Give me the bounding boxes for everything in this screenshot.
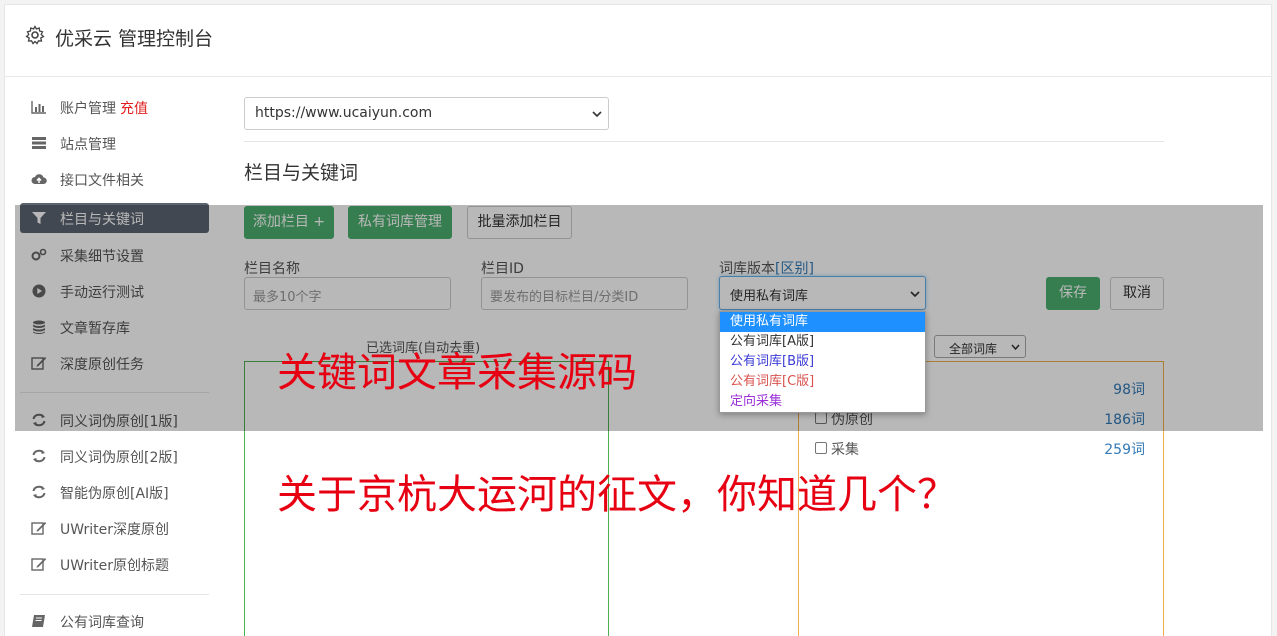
server-icon (32, 137, 46, 149)
sidebar-item-manual-run[interactable]: 手动运行测试 (20, 276, 209, 306)
watermark-text: 关于京杭大运河的征文，你知道几个？ (277, 472, 957, 518)
column-id-placeholder: 要发布的目标栏目/分类ID (490, 290, 639, 305)
filter-icon (32, 212, 46, 224)
lib-version-dropdown[interactable]: 使用私有词库 公有词库[A版] 公有词库[B版] 公有词库[C版] 定向采集 (719, 311, 926, 413)
sidebar-item-interface[interactable]: 接口文件相关 (20, 164, 209, 194)
lib-count: 259词 (1104, 442, 1145, 458)
save-button[interactable]: 保存 (1046, 277, 1100, 310)
sidebar-item-collect-settings[interactable]: 采集细节设置 (20, 240, 209, 270)
edit-icon (31, 558, 47, 571)
dropdown-option[interactable]: 公有词库[A版] (720, 332, 925, 352)
lib-version-label: 词库版本[区别] (719, 258, 814, 278)
dropdown-option[interactable]: 公有词库[B版] (720, 352, 925, 372)
gears-icon (31, 248, 47, 261)
cancel-button[interactable]: 取消 (1110, 277, 1164, 310)
sidebar-item-label: 栏目与关键词 (60, 212, 144, 228)
dropdown-option[interactable]: 使用私有词库 (720, 312, 925, 332)
book-icon (32, 615, 45, 627)
page-header: 优采云 管理控制台 (5, 5, 1271, 77)
sidebar-item-article-store[interactable]: 文章暂存库 (20, 312, 209, 342)
lib-name: 采集 (831, 442, 859, 458)
edit-icon (31, 522, 47, 535)
divider (244, 141, 1164, 142)
column-name-placeholder: 最多10个字 (253, 290, 322, 305)
sidebar-item-label: 文章暂存库 (60, 321, 130, 337)
sidebar-item-label: 深度原创任务 (60, 357, 144, 373)
difference-link[interactable]: [区别] (775, 261, 814, 277)
column-name-label: 栏目名称 (244, 261, 300, 277)
lib-version-label-text: 词库版本 (719, 261, 775, 277)
sidebar-item-label: 同义词伪原创[1版] (60, 414, 178, 430)
sidebar-item-ai-rewrite[interactable]: 智能伪原创[AI版] (20, 477, 209, 507)
sidebar-item-synonym-v1[interactable]: 同义词伪原创[1版] (20, 405, 209, 435)
sidebar-divider (20, 392, 209, 393)
column-id-label: 栏目ID (481, 261, 524, 277)
section-title: 栏目与关键词 (244, 162, 359, 184)
sidebar-item-public-lib[interactable]: 公有词库查询 (20, 606, 209, 636)
sidebar-item-label: 同义词伪原创[2版] (60, 450, 178, 466)
lib-filter-value: 全部词库 (949, 342, 998, 356)
refresh-icon (32, 449, 46, 463)
chevron-down-icon (592, 111, 602, 118)
chevron-down-icon (910, 291, 920, 298)
sidebar-item-uwriter-title[interactable]: UWriter原创标题 (20, 549, 209, 579)
lib-checkbox[interactable] (815, 442, 827, 454)
sidebar-item-uwriter-deep[interactable]: UWriter深度原创 (20, 513, 209, 543)
sidebar-item-sites[interactable]: 站点管理 (20, 128, 209, 158)
lib-count: 186词 (1104, 412, 1145, 428)
lib-filter-select[interactable]: 全部词库 (934, 335, 1026, 358)
watermark-text: 关键词文章采集源码 (277, 350, 637, 396)
refresh-icon (32, 413, 46, 427)
database-icon (33, 320, 45, 334)
sidebar-item-columns[interactable]: 栏目与关键词 (20, 203, 209, 233)
sidebar-item-label: 账户管理 (60, 101, 116, 117)
recharge-link[interactable]: 充值 (120, 101, 148, 117)
site-select[interactable]: https://www.ucaiyun.com (244, 97, 609, 130)
sidebar-item-label: UWriter原创标题 (60, 558, 169, 574)
list-item[interactable]: 采集 259词 (815, 439, 1145, 459)
sidebar-item-label: 公有词库查询 (60, 615, 144, 631)
sidebar-item-synonym-v2[interactable]: 同义词伪原创[2版] (20, 441, 209, 471)
private-lib-button[interactable]: 私有词库管理 (348, 206, 452, 239)
sidebar-divider (20, 594, 209, 595)
sidebar-item-label: 站点管理 (60, 137, 116, 153)
batch-add-button[interactable]: 批量添加栏目 (467, 206, 572, 239)
lib-version-select[interactable]: 使用私有词库 (719, 276, 926, 310)
dropdown-option[interactable]: 公有词库[C版] (720, 372, 925, 392)
lib-version-value: 使用私有词库 (730, 289, 809, 304)
play-circle-icon (32, 284, 46, 298)
sidebar-item-deep-original[interactable]: 深度原创任务 (20, 348, 209, 378)
cloud-upload-icon (31, 174, 47, 184)
sidebar-item-label: 智能伪原创[AI版] (60, 486, 169, 502)
gear-icon (25, 25, 45, 45)
bar-chart-icon (31, 101, 46, 114)
lib-count: 98词 (1113, 382, 1145, 398)
sidebar-item-label: 接口文件相关 (60, 173, 144, 189)
edit-icon (31, 357, 47, 370)
column-name-input[interactable]: 最多10个字 (244, 277, 451, 310)
chevron-down-icon (1011, 344, 1020, 351)
lib-checkbox[interactable] (815, 412, 827, 424)
refresh-icon (32, 485, 46, 499)
sidebar-item-label: 采集细节设置 (60, 249, 144, 265)
sidebar-item-label: UWriter深度原创 (60, 522, 169, 538)
dropdown-option[interactable]: 定向采集 (720, 392, 925, 412)
site-select-value: https://www.ucaiyun.com (255, 105, 433, 121)
sidebar-item-account[interactable]: 账户管理 充值 (20, 92, 209, 122)
add-column-button[interactable]: 添加栏目 + (244, 206, 334, 239)
page-title: 优采云 管理控制台 (55, 28, 214, 50)
column-id-input[interactable]: 要发布的目标栏目/分类ID (481, 277, 688, 310)
sidebar-item-label: 手动运行测试 (60, 285, 144, 301)
